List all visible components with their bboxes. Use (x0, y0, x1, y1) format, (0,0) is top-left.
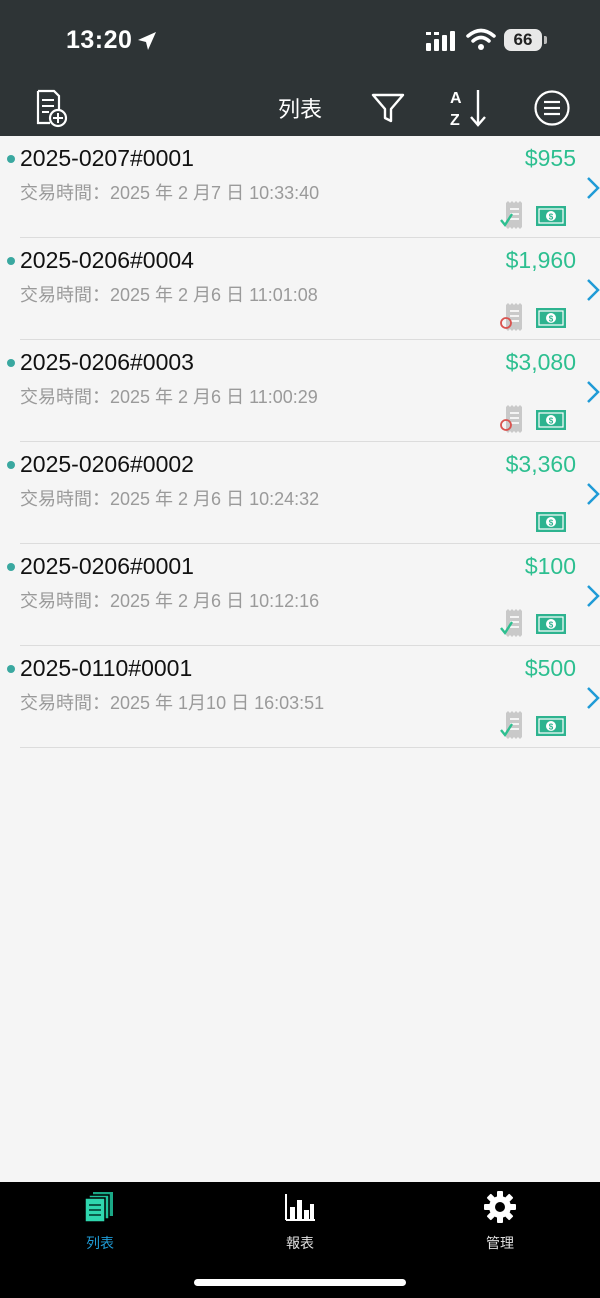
navigation-bar: 列表 A Z (0, 80, 600, 136)
order-amount: $1,960 (505, 247, 576, 273)
bar-chart-icon (283, 1194, 317, 1228)
svg-text:Z: Z (450, 112, 460, 129)
status-time: 13:20 (66, 26, 133, 54)
receipt-issued-icon (500, 710, 526, 745)
home-indicator (194, 1279, 406, 1286)
filter-icon[interactable] (366, 86, 410, 130)
tab-reports-label: 報表 (286, 1235, 314, 1251)
gear-icon (483, 1191, 517, 1228)
transaction-time: 交易時間：2025 年 1月10 日 16:03:51 (20, 693, 325, 713)
transaction-time: 交易時間：2025 年 2 月6 日 11:01:08 (20, 285, 318, 305)
new-order-icon[interactable] (28, 86, 72, 130)
receipt-pending-icon (500, 302, 526, 337)
tab-list[interactable]: 列表 (40, 1190, 160, 1260)
svg-text:$: $ (549, 417, 554, 426)
tab-list-label: 列表 (86, 1235, 114, 1251)
order-row[interactable]: 2025-0207#0001 $955 交易時間：2025 年 2 月7 日 10:… (7, 136, 600, 238)
receipt-issued-icon (500, 200, 526, 235)
chevron-right-icon[interactable] (586, 482, 600, 511)
cash-payment-icon: $ (536, 308, 566, 333)
cellular-signal-icon (426, 31, 458, 56)
order-number: 2025-0207#0001 (20, 145, 194, 171)
order-row[interactable]: 2025-0206#0001 $100 交易時間：2025 年 2 月6 日 10:… (7, 544, 600, 646)
transaction-time: 交易時間：2025 年 2 月7 日 10:33:40 (20, 183, 320, 203)
svg-text:A: A (450, 90, 462, 107)
cash-payment-icon: $ (536, 716, 566, 741)
order-row[interactable]: 2025-0110#0001 $500 交易時間：2025 年 1月10 日 16:… (7, 646, 600, 748)
status-dot (7, 257, 15, 265)
svg-text:$: $ (549, 723, 554, 732)
receipt-pending-icon (500, 404, 526, 439)
receipt-issued-icon (500, 608, 526, 643)
status-dot (7, 563, 15, 571)
chevron-right-icon[interactable] (586, 278, 600, 307)
cash-payment-icon: $ (536, 410, 566, 435)
svg-text:$: $ (549, 519, 554, 528)
transaction-time: 交易時間：2025 年 2 月6 日 11:00:29 (20, 387, 318, 407)
cash-payment-icon: $ (536, 614, 566, 639)
chevron-right-icon[interactable] (586, 686, 600, 715)
location-arrow-icon (136, 30, 158, 57)
page-title: 列表 (277, 97, 322, 122)
svg-text:$: $ (549, 621, 554, 630)
status-dot (7, 155, 15, 163)
menu-icon[interactable] (530, 86, 574, 130)
order-list: 2025-0207#0001 $955 交易時間：2025 年 2 月7 日 10:… (0, 136, 600, 748)
order-amount: $100 (524, 553, 576, 579)
order-row[interactable]: 2025-0206#0002 $3,360 交易時間：2025 年 2 月6 日 1… (7, 442, 600, 544)
tab-manage-label: 管理 (486, 1235, 514, 1251)
order-row[interactable]: 2025-0206#0004 $1,960 交易時間：2025 年 2 月6 日 1… (7, 238, 600, 340)
order-number: 2025-0206#0004 (20, 247, 194, 273)
cash-payment-icon: $ (536, 512, 566, 537)
order-number: 2025-0206#0003 (20, 349, 194, 375)
chevron-right-icon[interactable] (586, 176, 600, 205)
status-bar: 13:20 66 (0, 0, 600, 80)
order-number: 2025-0206#0002 (20, 451, 194, 477)
status-dot (7, 359, 15, 367)
status-dot (7, 461, 15, 469)
list-icon (83, 1192, 117, 1228)
tab-reports[interactable]: 報表 (240, 1190, 360, 1260)
order-amount: $3,080 (505, 349, 576, 375)
chevron-right-icon[interactable] (586, 380, 600, 409)
order-amount: $955 (524, 145, 576, 171)
status-dot (7, 665, 15, 673)
svg-text:$: $ (549, 315, 554, 324)
battery-indicator: 66 (504, 29, 542, 51)
chevron-right-icon[interactable] (586, 584, 600, 613)
order-number: 2025-0110#0001 (20, 655, 193, 681)
battery-cap (544, 36, 547, 44)
order-number: 2025-0206#0001 (20, 553, 194, 579)
top-bar: 13:20 66 列表 A Z (0, 0, 600, 136)
order-amount: $3,360 (505, 451, 576, 477)
wifi-icon (466, 28, 496, 57)
order-row[interactable]: 2025-0206#0003 $3,080 交易時間：2025 年 2 月6 日 1… (7, 340, 600, 442)
sort-az-icon[interactable]: A Z (448, 86, 492, 130)
order-amount: $500 (524, 655, 576, 681)
cash-payment-icon: $ (536, 206, 566, 231)
svg-text:$: $ (549, 213, 554, 222)
tab-manage[interactable]: 管理 (440, 1190, 560, 1260)
transaction-time: 交易時間：2025 年 2 月6 日 10:12:16 (20, 591, 320, 611)
transaction-time: 交易時間：2025 年 2 月6 日 10:24:32 (20, 489, 320, 509)
